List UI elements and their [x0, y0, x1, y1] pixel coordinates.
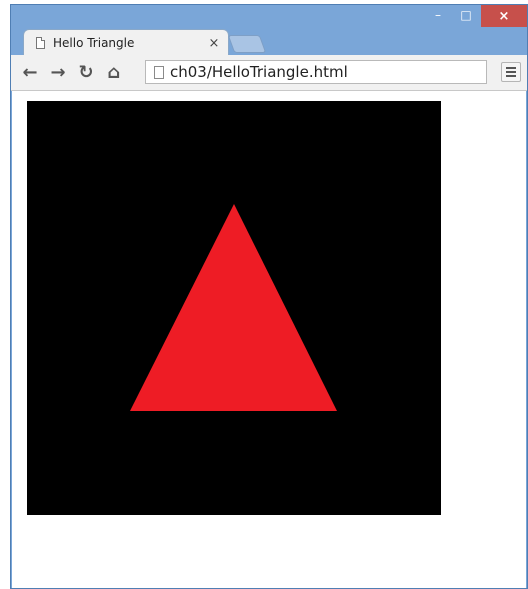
- back-icon[interactable]: ←: [19, 61, 41, 83]
- new-tab-button[interactable]: [227, 35, 267, 53]
- url-text[interactable]: ch03/HelloTriangle.html: [170, 63, 348, 81]
- maximize-button[interactable]: □: [453, 5, 479, 25]
- reload-icon[interactable]: ↻: [75, 61, 97, 83]
- page-content: [12, 91, 526, 588]
- browser-toolbar: ← → ↻ ⌂ ch03/HelloTriangle.html: [11, 55, 527, 91]
- home-icon[interactable]: ⌂: [103, 61, 125, 83]
- tab-close-icon[interactable]: ×: [206, 36, 222, 51]
- browser-window: – □ × Hello Triangle × ← → ↻ ⌂ ch03/Hell…: [10, 4, 528, 589]
- red-triangle: [130, 204, 337, 411]
- close-window-button[interactable]: ×: [481, 5, 527, 27]
- forward-icon[interactable]: →: [47, 61, 69, 83]
- document-icon: [36, 37, 45, 49]
- window-controls: – □ ×: [423, 5, 527, 29]
- triangle-svg: [130, 204, 337, 411]
- menu-icon[interactable]: [501, 62, 521, 82]
- minimize-button[interactable]: –: [425, 5, 451, 25]
- title-bar: – □ × Hello Triangle ×: [11, 5, 527, 56]
- page-icon: [154, 65, 164, 79]
- tab-hello-triangle[interactable]: Hello Triangle ×: [23, 29, 229, 56]
- tab-title: Hello Triangle: [53, 36, 135, 50]
- address-bar[interactable]: ch03/HelloTriangle.html: [145, 60, 487, 84]
- webgl-canvas: [27, 101, 441, 515]
